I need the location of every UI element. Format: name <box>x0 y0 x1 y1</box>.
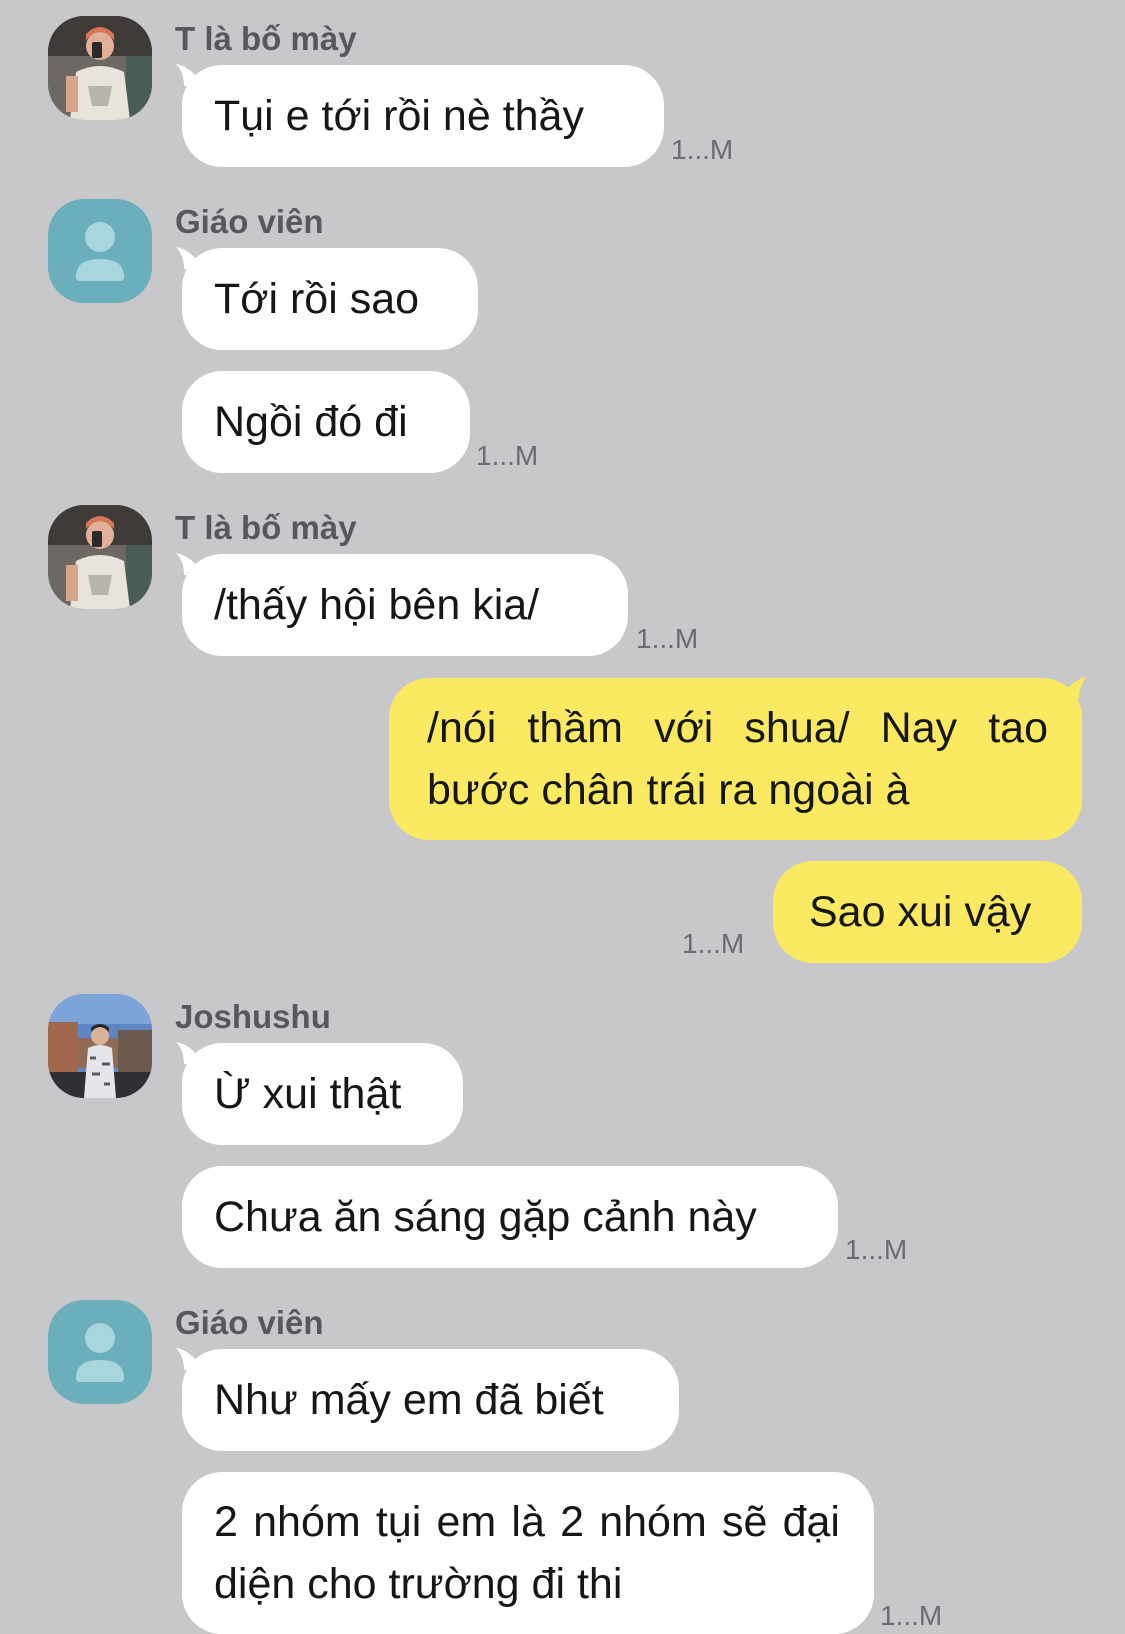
message-timestamp: 1...M <box>476 440 539 471</box>
message-text: Tụi e tới rồi nè thầy <box>214 91 584 140</box>
message-bubble[interactable]: Chưa ăn sáng gặp cảnh này <box>182 1166 838 1268</box>
message-bubble[interactable]: /thấy hội bên kia/ <box>182 554 628 656</box>
message-bubble[interactable]: Ừ xui thật <box>182 1043 463 1145</box>
message-text: Ngồi đó đi <box>214 397 408 446</box>
avatar-t-la-bo-may[interactable] <box>48 16 152 120</box>
person-photo-icon <box>48 505 152 609</box>
default-person-icon <box>76 222 124 281</box>
chat-message-list[interactable]: T là bố mày Tụi e tới rồi nè thầy 1...M … <box>0 0 1125 1634</box>
message-text: 2 nhóm tụi em là 2 nhóm sẽ đại diện cho … <box>214 1498 840 1608</box>
message-text: Tới rồi sao <box>214 274 420 323</box>
sender-name: Joshushu <box>175 998 331 1035</box>
message-timestamp: 1...M <box>845 1234 908 1265</box>
message-text: Như mấy em đã biết <box>214 1375 604 1424</box>
message-bubble[interactable]: Tới rồi sao <box>182 248 478 350</box>
message-timestamp: 1...M <box>880 1600 943 1631</box>
message-timestamp: 1...M <box>682 928 745 959</box>
avatar-t-la-bo-may[interactable] <box>48 505 152 609</box>
default-person-icon <box>76 1323 124 1382</box>
sender-name: Giáo viên <box>175 1304 324 1341</box>
sender-name: T là bố mày <box>175 509 357 546</box>
person-photo-icon <box>48 994 152 1098</box>
message-bubble[interactable]: Sao xui vậy <box>773 861 1082 963</box>
message-text: Ừ xui thật <box>214 1069 402 1118</box>
message-bubble[interactable]: Như mấy em đã biết <box>182 1349 679 1451</box>
message-bubble[interactable]: Tụi e tới rồi nè thầy <box>182 65 664 167</box>
message-timestamp: 1...M <box>671 134 734 165</box>
avatar-joshushu[interactable] <box>48 994 152 1098</box>
avatar-giao-vien[interactable] <box>48 1300 152 1404</box>
message-timestamp: 1...M <box>636 623 699 654</box>
person-photo-icon <box>48 16 152 120</box>
message-text: /nói thầm với shua/ Nay tao bước chân tr… <box>427 704 1048 814</box>
message-bubble[interactable]: 2 nhóm tụi em là 2 nhóm sẽ đại diện cho … <box>182 1472 874 1634</box>
sender-name: T là bố mày <box>175 20 357 57</box>
message-bubble[interactable]: Ngồi đó đi <box>182 371 470 473</box>
avatar-giao-vien[interactable] <box>48 199 152 303</box>
sender-name: Giáo viên <box>175 203 324 240</box>
message-text: /thấy hội bên kia/ <box>214 580 540 629</box>
message-text: Sao xui vậy <box>809 887 1032 936</box>
message-text: Chưa ăn sáng gặp cảnh này <box>214 1192 757 1241</box>
message-bubble[interactable]: /nói thầm với shua/ Nay tao bước chân tr… <box>389 678 1082 840</box>
